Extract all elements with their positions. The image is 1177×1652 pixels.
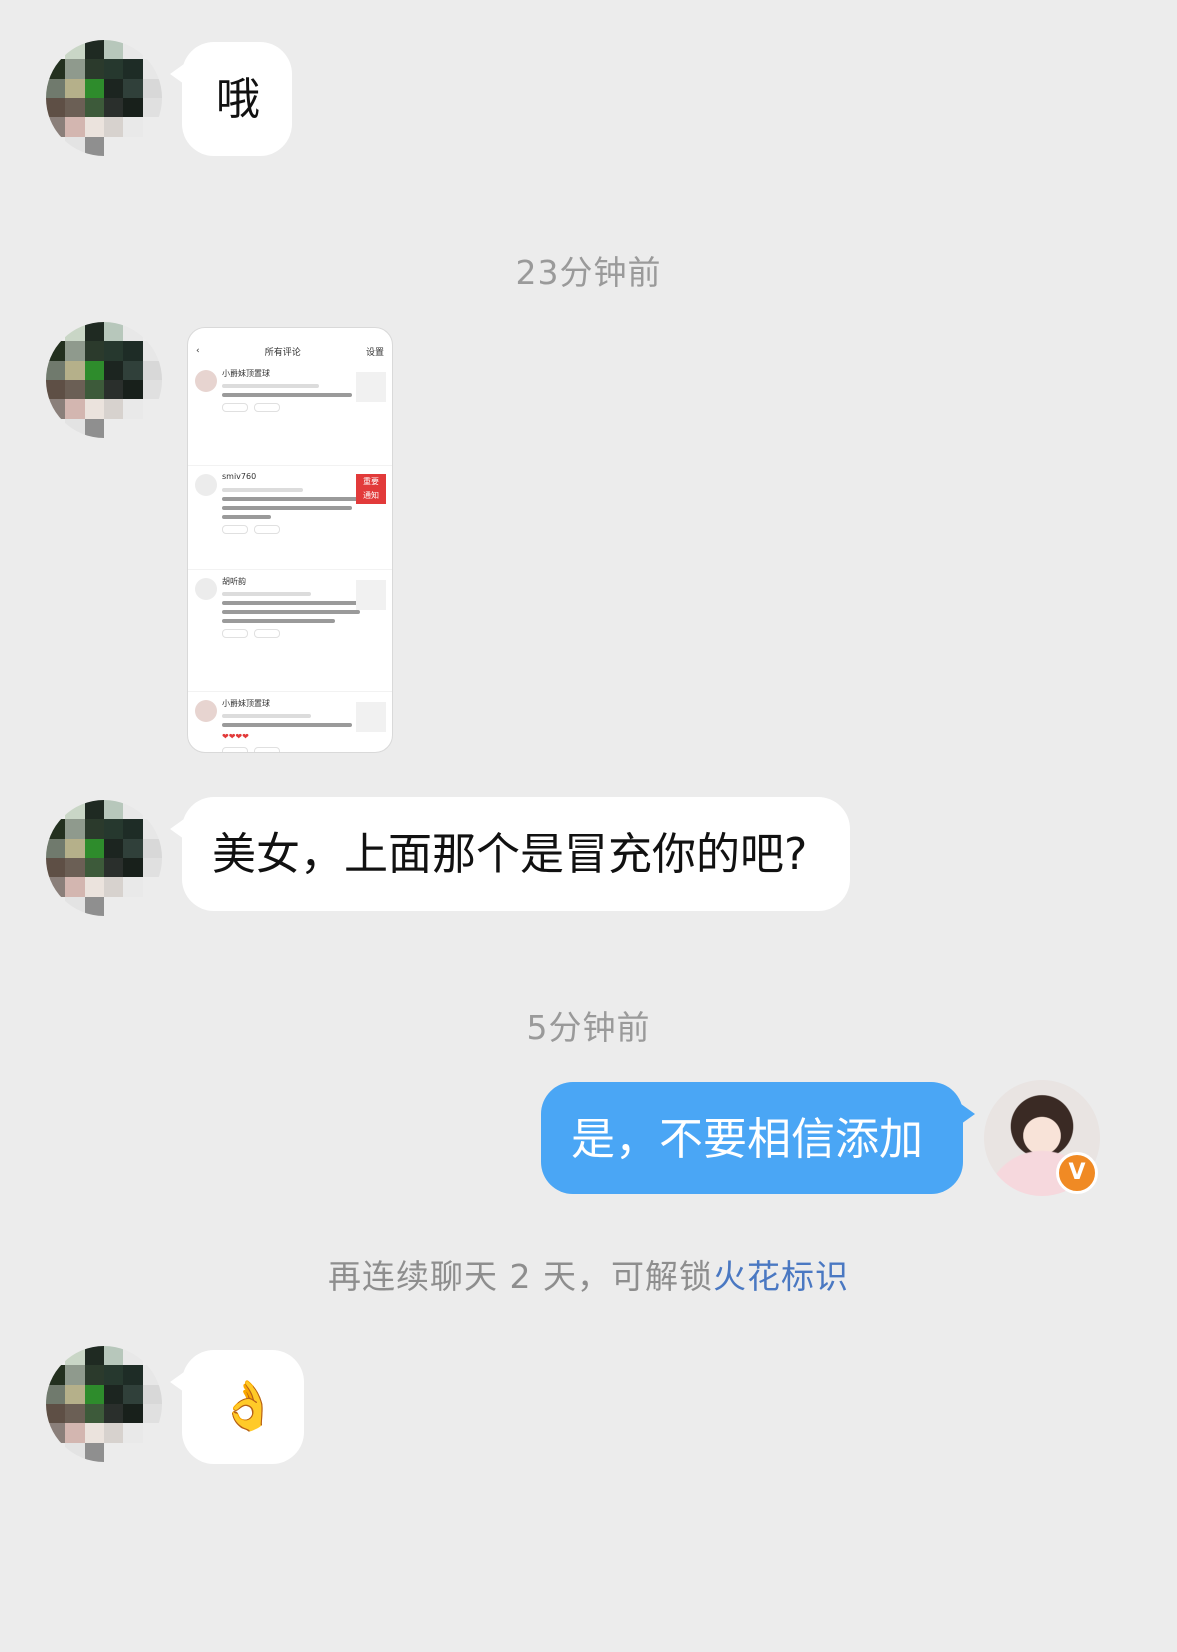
message-text: 美女，上面那个是冒充你的吧? xyxy=(212,829,808,880)
important-notice-badge: 重要 通知 xyxy=(356,474,386,504)
comment-line xyxy=(222,393,352,397)
verified-badge-icon: V xyxy=(1056,1152,1098,1194)
sender-avatar[interactable] xyxy=(46,40,162,156)
message-text: 是，不要相信添加 xyxy=(571,1114,923,1165)
comment-line xyxy=(222,497,360,501)
comment-line xyxy=(222,506,352,510)
screenshot-header: ‹ 所有评论 设置 xyxy=(188,340,392,362)
spark-badge-link[interactable]: 火花标识 xyxy=(713,1257,849,1296)
status-bar xyxy=(188,328,392,340)
commenter-avatar xyxy=(195,474,217,496)
commenter-avatar xyxy=(195,370,217,392)
screenshot-settings: 设置 xyxy=(365,347,384,358)
comment-thumbnail xyxy=(356,580,386,610)
timestamp: 23分钟前 xyxy=(515,253,662,292)
comment-line xyxy=(222,592,312,596)
notice-text: 再连续聊天 2 天，可解锁 xyxy=(328,1257,713,1296)
comment-actions xyxy=(222,629,384,638)
comment-line xyxy=(222,723,352,727)
timestamp: 5分钟前 xyxy=(526,1008,651,1047)
badge-line: 通知 xyxy=(363,491,379,500)
back-icon: ‹ xyxy=(196,346,200,356)
badge-line: 重要 xyxy=(363,477,379,486)
comment-thumbnail xyxy=(356,702,386,732)
spark-unlock-notice: 再连续聊天 2 天，可解锁火花标识 xyxy=(0,1250,1177,1298)
message-bubble[interactable]: 👌 xyxy=(170,1350,304,1464)
comment-actions xyxy=(222,747,384,752)
comment-line xyxy=(222,515,271,519)
commenter-avatar xyxy=(195,578,217,600)
comment-hearts: ❤❤❤❤ xyxy=(222,732,249,741)
comment-line xyxy=(222,488,303,492)
commenter-avatar xyxy=(195,700,217,722)
comment-actions xyxy=(222,525,384,534)
screenshot-comment: 小爵妹顶置球 ❤❤❤❤ xyxy=(188,692,392,752)
screenshot-comment: 胡听韵 xyxy=(188,570,392,692)
sender-avatar[interactable] xyxy=(46,1346,162,1462)
message-text: 哦 xyxy=(216,74,260,125)
comment-line xyxy=(222,384,320,388)
message-bubble[interactable]: 哦 xyxy=(170,42,292,156)
sender-avatar[interactable] xyxy=(46,322,162,438)
screenshot-title: 所有评论 xyxy=(264,347,301,358)
ok-hand-emoji: 👌 xyxy=(218,1378,278,1434)
comment-line xyxy=(222,601,360,605)
screenshot-comment: 小爵妹顶置球 xyxy=(188,362,392,466)
message-bubble[interactable]: 美女，上面那个是冒充你的吧? xyxy=(170,797,850,911)
comment-actions xyxy=(222,403,384,412)
comment-thumbnail xyxy=(356,372,386,402)
message-bubble-outgoing[interactable]: 是，不要相信添加 xyxy=(541,1082,975,1194)
comment-line xyxy=(222,610,360,614)
screenshot-comment: smiv760 重要 通知 xyxy=(188,466,392,570)
sender-avatar[interactable] xyxy=(46,800,162,916)
screenshot-image-message[interactable]: ‹ 所有评论 设置 小爵妹顶置球 smiv760 重要 通知 胡听韵 小爵妹顶置… xyxy=(187,327,393,753)
comment-line xyxy=(222,714,312,718)
comment-line xyxy=(222,619,336,623)
